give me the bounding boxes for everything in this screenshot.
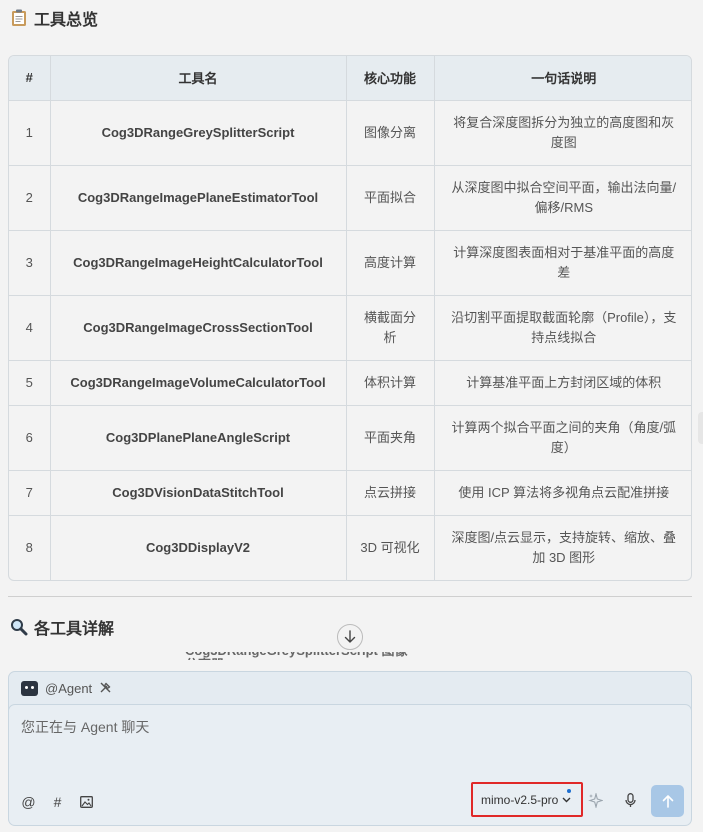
row-num: 2 bbox=[9, 165, 51, 231]
row-tool-name: Cog3DDisplayV2 bbox=[50, 515, 347, 580]
row-num: 1 bbox=[9, 100, 51, 166]
row-tool-name: Cog3DVisionDataStitchTool bbox=[50, 470, 347, 516]
chat-composer: @Agent 您正在与 Agent 聊天 @ # mimo-v2.5-pro bbox=[8, 671, 692, 826]
overview-heading: 工具总览 bbox=[10, 6, 98, 30]
detail-title: 各工具详解 bbox=[34, 621, 115, 638]
magnifier-icon bbox=[10, 618, 28, 636]
row-num: 4 bbox=[9, 295, 51, 361]
arrow-down-icon bbox=[344, 630, 356, 643]
arrow-up-icon bbox=[662, 795, 673, 808]
row-description: 使用 ICP 算法将多视角点云配准拼接 bbox=[434, 470, 691, 516]
section-divider bbox=[8, 596, 692, 597]
row-num: 7 bbox=[9, 470, 51, 516]
header-num: # bbox=[9, 56, 51, 101]
row-description: 沿切割平面提取截面轮廓（Profile），支持点线拟合 bbox=[434, 295, 691, 361]
table-row: 3 Cog3DRangeImageHeightCalculatorTool 高度… bbox=[9, 230, 691, 296]
row-function: 平面拟合 bbox=[346, 165, 435, 231]
row-tool-name: Cog3DPlanePlaneAngleScript bbox=[50, 405, 347, 471]
row-tool-name: Cog3DRangeImageCrossSectionTool bbox=[50, 295, 347, 361]
row-description: 计算基准平面上方封闭区域的体积 bbox=[434, 360, 691, 406]
row-function: 平面夹角 bbox=[346, 405, 435, 471]
table-row: 4 Cog3DRangeImageCrossSectionTool 横截面分析 … bbox=[9, 295, 691, 361]
header-description: 一句话说明 bbox=[434, 56, 691, 101]
send-button[interactable] bbox=[651, 785, 684, 817]
row-tool-name: Cog3DRangeImageVolumeCalculatorTool bbox=[50, 360, 347, 406]
table-row: 7 Cog3DVisionDataStitchTool 点云拼接 使用 ICP … bbox=[9, 470, 691, 516]
composer-tools: @ # bbox=[21, 794, 94, 810]
table-row: 1 Cog3DRangeGreySplitterScript 图像分离 将复合深… bbox=[9, 100, 691, 166]
row-num: 5 bbox=[9, 360, 51, 406]
tools-icon[interactable] bbox=[99, 681, 112, 697]
image-icon[interactable] bbox=[79, 794, 94, 809]
row-tool-name: Cog3DRangeGreySplitterScript bbox=[50, 100, 347, 166]
row-description: 计算两个拟合平面之间的夹角（角度/弧度） bbox=[434, 405, 691, 471]
row-tool-name: Cog3DRangeImageHeightCalculatorTool bbox=[50, 230, 347, 296]
table-row: 5 Cog3DRangeImageVolumeCalculatorTool 体积… bbox=[9, 360, 691, 406]
clipboard-icon bbox=[10, 9, 28, 27]
message-input[interactable]: 您正在与 Agent 聊天 @ # mimo-v2.5-pro bbox=[8, 704, 692, 826]
row-function: 点云拼接 bbox=[346, 470, 435, 516]
scroll-to-bottom-button[interactable] bbox=[337, 624, 363, 650]
hashtag-icon[interactable]: # bbox=[50, 794, 65, 810]
row-description: 计算深度图表面相对于基准平面的高度差 bbox=[434, 230, 691, 296]
header-tool-name: 工具名 bbox=[50, 56, 347, 101]
clipped-subheading: Cog3DRangeGreySplitterScript 图像分离器 bbox=[185, 652, 415, 660]
mention-icon[interactable]: @ bbox=[21, 794, 36, 810]
row-description: 深度图/点云显示，支持旋转、缩放、叠加 3D 图形 bbox=[451, 529, 677, 565]
row-num: 8 bbox=[9, 515, 51, 580]
model-selector[interactable]: mimo-v2.5-pro bbox=[471, 782, 583, 817]
model-name: mimo-v2.5-pro bbox=[481, 792, 559, 807]
side-panel-handle[interactable] bbox=[698, 412, 703, 444]
microphone-icon[interactable] bbox=[623, 793, 637, 809]
status-dot bbox=[567, 789, 571, 793]
sparkle-icon[interactable] bbox=[588, 791, 604, 812]
robot-icon bbox=[21, 681, 38, 696]
row-num: 6 bbox=[9, 405, 51, 471]
table-row: 8 Cog3DDisplayV2 3D 可视化 深度图/点云显示，支持旋转、缩放… bbox=[9, 515, 691, 580]
row-tool-name: Cog3DRangeImagePlaneEstimatorTool bbox=[50, 165, 347, 231]
agent-label[interactable]: @Agent bbox=[45, 681, 92, 696]
tools-table: # 工具名 核心功能 一句话说明 1 Cog3DRangeGreySplitte… bbox=[8, 55, 692, 581]
table-row: 2 Cog3DRangeImagePlaneEstimatorTool 平面拟合… bbox=[9, 165, 691, 231]
chevron-down-icon bbox=[562, 797, 571, 802]
row-function: 高度计算 bbox=[346, 230, 435, 296]
row-num: 3 bbox=[9, 230, 51, 296]
row-description: 从深度图中拟合空间平面，输出法向量/偏移/RMS bbox=[434, 165, 691, 231]
row-function: 3D 可视化 bbox=[346, 515, 435, 580]
message-placeholder: 您正在与 Agent 聊天 bbox=[21, 719, 150, 735]
overview-title: 工具总览 bbox=[34, 12, 99, 29]
header-core-function: 核心功能 bbox=[346, 56, 435, 101]
row-function: 体积计算 bbox=[346, 360, 435, 406]
table-row: 6 Cog3DPlanePlaneAngleScript 平面夹角 计算两个拟合… bbox=[9, 405, 691, 471]
table-header-row: # 工具名 核心功能 一句话说明 bbox=[9, 56, 691, 101]
row-function: 横截面分析 bbox=[346, 295, 435, 361]
row-function: 图像分离 bbox=[346, 100, 435, 166]
row-description: 将复合深度图拆分为独立的高度图和灰度图 bbox=[434, 100, 691, 166]
detail-heading: 各工具详解 bbox=[10, 615, 114, 639]
agent-bar: @Agent bbox=[9, 672, 691, 705]
